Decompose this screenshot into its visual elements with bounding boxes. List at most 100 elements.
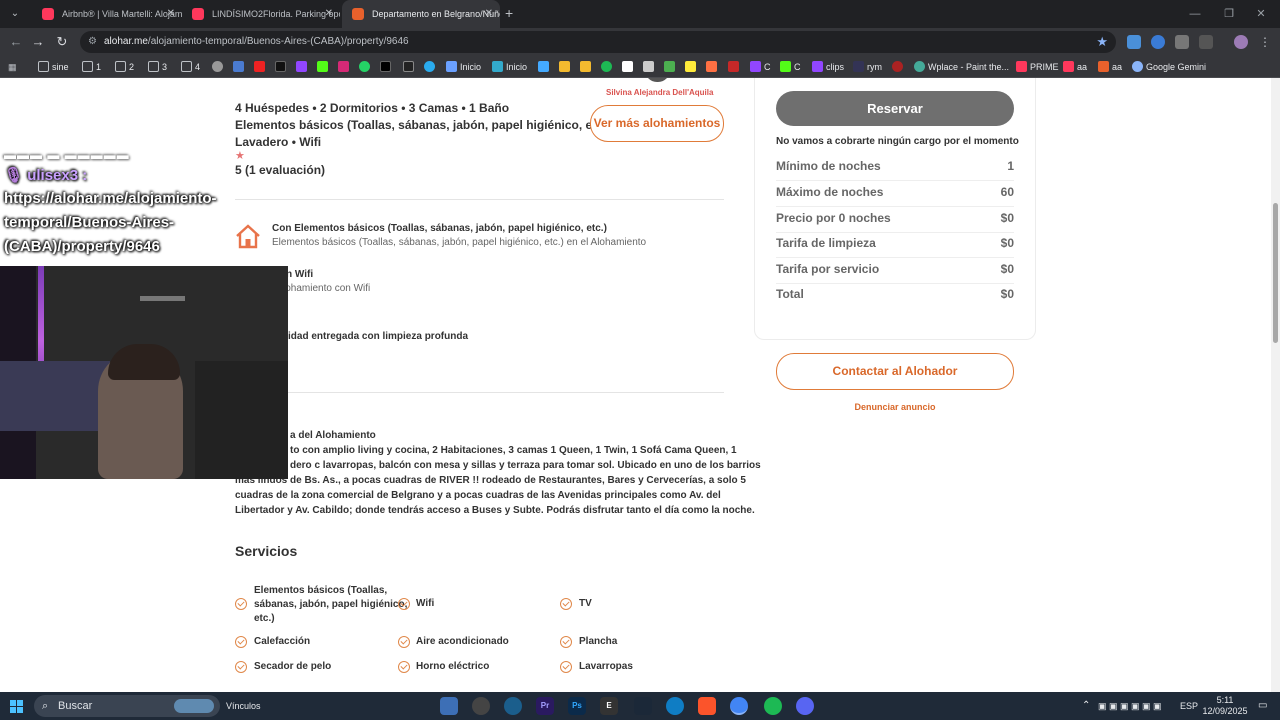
bookmark-aa-1[interactable]: aa (1063, 56, 1087, 78)
address-bar[interactable]: ⚙ alohar.me/alojamiento-temporal/Buenos-… (80, 31, 1116, 53)
edge-icon[interactable] (666, 697, 684, 715)
bookmark-inicio-1[interactable]: Inicio (446, 56, 481, 78)
bookmark-icon[interactable] (622, 56, 636, 78)
rating: 5 (1 evaluación) (235, 163, 326, 177)
profile-avatar[interactable] (1234, 35, 1248, 49)
more-listings-button[interactable]: Ver más alohamientos (590, 105, 724, 142)
twitter-bookmark-icon[interactable] (380, 56, 394, 78)
youtube-bookmark-icon[interactable] (254, 56, 268, 78)
forward-icon[interactable]: → (30, 34, 46, 50)
extension-icon[interactable] (1175, 35, 1189, 49)
steam-icon[interactable] (634, 697, 652, 715)
scrollbar-thumb[interactable] (1273, 203, 1278, 343)
bookmark-folder[interactable]: sine (38, 56, 69, 78)
bookmark-icon[interactable] (538, 56, 552, 78)
notifications-icon[interactable]: ▭ (1258, 692, 1267, 720)
close-tab-icon[interactable]: ✕ (325, 0, 333, 28)
instagram-bookmark-icon[interactable] (338, 56, 352, 78)
report-listing-link[interactable]: Denunciar anuncio (776, 402, 1014, 412)
back-icon[interactable]: ← (8, 34, 24, 50)
telegram-bookmark-icon[interactable] (424, 56, 438, 78)
tray-icons[interactable]: ▣ ▣ ▣ ▣ ▣ ▣ (1098, 692, 1162, 720)
tab-departamento[interactable]: Departamento en Belgrano/Nuñez ✕ (342, 0, 500, 28)
spotify-icon[interactable] (764, 697, 782, 715)
about-text: Libertador y Av. Cabildo; donde tendrás … (235, 505, 755, 516)
apps-grid-icon[interactable]: ▦ (8, 56, 17, 78)
bookmark-icon[interactable] (580, 56, 594, 78)
app-icon[interactable] (504, 697, 522, 715)
bookmark-star-icon[interactable]: ★ (1096, 31, 1108, 53)
service-item: Elementos básicos (Toallas, sábanas, jab… (254, 585, 408, 624)
bookmark-icon[interactable] (643, 56, 657, 78)
bookmark-icon[interactable] (212, 56, 226, 78)
bookmark-folder[interactable]: 3 (148, 56, 167, 78)
bookmark-c-2[interactable]: C (780, 56, 801, 78)
bookmark-icon[interactable] (559, 56, 573, 78)
windows-start-icon[interactable] (10, 700, 23, 713)
bookmark-icon[interactable] (728, 56, 742, 78)
bookmark-icon[interactable] (664, 56, 678, 78)
chat-message-text: temporal/Buenos-Aires- (4, 214, 175, 231)
x-bookmark-icon[interactable] (403, 56, 417, 78)
close-window-icon[interactable]: ✕ (1246, 0, 1276, 28)
new-tab-icon[interactable]: + (505, 0, 519, 28)
bookmark-prime[interactable]: PRIME (1016, 56, 1059, 78)
menu-dots-icon[interactable]: ⋮ (1258, 35, 1272, 49)
close-tab-icon[interactable]: ✕ (167, 0, 175, 28)
site-info-icon[interactable]: ⚙ (88, 35, 102, 49)
file-explorer-icon[interactable] (440, 697, 458, 715)
about-text: dero c lavarropas, balcón con mesa y sil… (290, 460, 761, 471)
bookmark-icon[interactable] (233, 56, 247, 78)
bookmark-icon[interactable] (892, 56, 906, 78)
premiere-icon[interactable]: Pr (536, 697, 554, 715)
photoshop-icon[interactable]: Ps (568, 697, 586, 715)
tray-chevron-icon[interactable]: ⌃ (1082, 692, 1090, 720)
clock-date[interactable]: 12/09/2025 (1196, 706, 1254, 717)
bookmark-icon[interactable] (601, 56, 615, 78)
tab-airbnb[interactable]: Airbnb® | Villa Martelli: Alojamient ✕ (32, 0, 182, 28)
whatsapp-bookmark-icon[interactable] (359, 56, 373, 78)
extensions-puzzle-icon[interactable] (1199, 35, 1213, 49)
taskbar-links[interactable]: Vínculos (226, 692, 261, 720)
clock-time[interactable]: 5:11 (1200, 695, 1250, 706)
feature-title: n Wifi (286, 269, 314, 280)
chrome-icon[interactable] (730, 697, 748, 715)
taskbar-search[interactable]: ⌕ Buscar (34, 695, 220, 717)
bookmark-clips[interactable]: clips (812, 56, 844, 78)
bookmark-aa-2[interactable]: aa (1098, 56, 1122, 78)
tiktok-bookmark-icon[interactable] (275, 56, 289, 78)
kick-bookmark-icon[interactable] (317, 56, 331, 78)
host-name[interactable]: Silvina Alejandra Dell'Aquila (606, 88, 713, 97)
bookmark-inicio-2[interactable]: Inicio (492, 56, 527, 78)
bookmark-wplace[interactable]: Wplace - Paint the... (914, 56, 1009, 78)
bookmark-folder[interactable]: 2 (115, 56, 134, 78)
app-icon[interactable] (472, 697, 490, 715)
folder-icon (38, 61, 49, 72)
tab-lindisimo[interactable]: LINDÍSIMO2Florida. Parking opcional ✕ (182, 0, 340, 28)
bookmark-folder[interactable]: 1 (82, 56, 101, 78)
tab-search-icon[interactable]: ⌄ (6, 5, 24, 23)
bookmark-gemini[interactable]: Google Gemini (1132, 56, 1206, 78)
restore-icon[interactable]: ❐ (1214, 0, 1244, 28)
reload-icon[interactable]: ↻ (54, 34, 70, 50)
bookmark-c-1[interactable]: C (750, 56, 771, 78)
translate-extension-icon[interactable] (1127, 35, 1141, 49)
twitch-bookmark-icon[interactable] (296, 56, 310, 78)
url-text: alohar.me/alojamiento-temporal/Buenos-Ai… (104, 36, 409, 47)
bookmark-icon[interactable] (685, 56, 699, 78)
bookmark-icon[interactable] (706, 56, 720, 78)
bookmark-rym[interactable]: rym (853, 56, 882, 78)
epic-games-icon[interactable]: E (600, 697, 618, 715)
booking-row: Precio por 0 noches $0 (776, 207, 1014, 233)
minimize-icon[interactable]: — (1180, 0, 1210, 28)
page-scrollbar[interactable] (1271, 78, 1280, 692)
feature-title: idad entregada con limpieza profunda (288, 331, 469, 342)
contact-host-button[interactable]: Contactar al Alohador (776, 353, 1014, 390)
reserve-button[interactable]: Reservar (776, 91, 1014, 126)
extension-icon[interactable] (1151, 35, 1165, 49)
feature-description: lohamiento con Wifi (283, 283, 371, 294)
brave-icon[interactable] (698, 697, 716, 715)
bookmark-folder[interactable]: 4 (181, 56, 200, 78)
discord-icon[interactable] (796, 697, 814, 715)
close-tab-icon[interactable]: ✕ (485, 0, 493, 28)
